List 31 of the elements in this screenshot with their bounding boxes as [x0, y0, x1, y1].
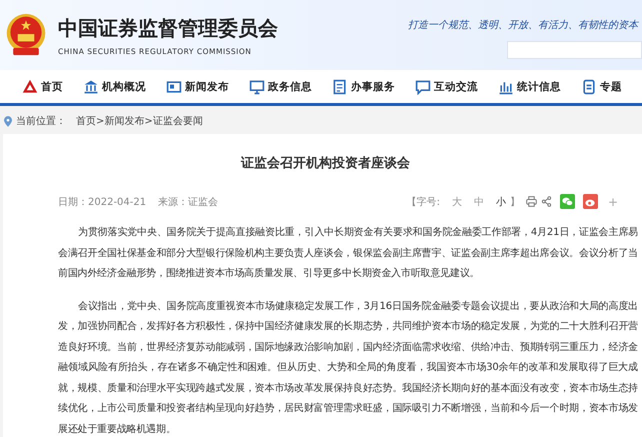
nav-item[interactable]: 互动交流 — [415, 78, 478, 94]
nav-item[interactable]: 机构概况 — [83, 78, 146, 94]
chat-icon — [415, 78, 431, 94]
emblem-icon — [4, 12, 48, 58]
newspaper-icon — [166, 78, 182, 94]
nav-item[interactable]: 专题 — [581, 78, 622, 94]
article-paragraph: 为贯彻落实党中央、国务院关于提高直接融资比重，引入中长期资金有关要求和国务院金融委工作部署，4月21日，证监会主席易会满召开全国社保基金和部分大型银行保险机构主要负责人座谈会，银保监会副主席曹宇、证监会副主席李超出席会议。会议分析了当前国内外经济金融形势，围绕推进资本市场高质量发展、引导更多中长期资金入市听取意见建议。 — [58, 226, 638, 281]
site-title: 中国证券监督管理委员会 — [58, 14, 278, 42]
document-icon — [332, 78, 348, 94]
nav-item[interactable]: 新闻发布 — [166, 78, 229, 94]
source-label: 来源：证监会 — [158, 196, 218, 208]
search-field[interactable] — [507, 40, 642, 58]
slogan: 打造一个规范、透明、开放、有活力、有韧性的资本 — [408, 18, 640, 32]
bank-icon — [83, 78, 99, 94]
nav-item[interactable]: 首页 — [22, 78, 63, 94]
print-icon[interactable] — [526, 196, 537, 207]
font-size-label: 【字号: — [406, 196, 440, 208]
breadcrumb-label: 当前位置： — [16, 114, 66, 128]
breadcrumb-path[interactable]: 首页>新闻发布>证监会要闻 — [76, 114, 203, 128]
font-size-option[interactable]: 小 — [496, 194, 506, 208]
location-pin-icon — [4, 116, 12, 126]
monitor-icon — [249, 78, 265, 94]
article-paragraph: 会议指出，党中央、国务院高度重视资本市场健康稳定发展工作，3月16日国务院金融委专题会议提出，要从政治和大局的高度出发，加强协同配合，发挥好各方积极性，保持中国经济健康发展的长期态势，共同维护资本市场的稳定发展，为党的二十大胜利召开营造良好环境。当前，世界经济复苏动能减弱，国际地缘政治影响加剧，国内经济面临需求收缩、供给冲击、预期转弱三重压力，经济金融领域风险有所抬头，存在诸多不确定性和困难。但从历史、大势和全局的角度看，我国资本市场30余年的改革和发展取得了巨大成就，规模、质量和治理水平实现跨越式发展，资本市场改革发展保持良好态势。我国经济长期向好的基本面没有改变，资本市场生态持续优化，上市公司质量和投资者结构呈现向好趋势，居民财富管理需求旺盛，国际吸引力不断增强，当前和今后一个时期，资本市场发展还处于重要战略机遇期。 — [58, 300, 638, 436]
date-label: 日期：2022-04-21 — [58, 196, 146, 208]
nav-item[interactable]: 办事服务 — [332, 78, 395, 94]
nav-item[interactable]: 政务信息 — [249, 78, 312, 94]
font-size-bracket: 】 — [510, 196, 520, 208]
share-icon[interactable] — [540, 196, 552, 207]
list-icon — [581, 78, 597, 94]
nav-item[interactable]: 统计信息 — [498, 78, 561, 94]
article-title: 证监会召开机构投资者座谈会 — [240, 154, 411, 172]
